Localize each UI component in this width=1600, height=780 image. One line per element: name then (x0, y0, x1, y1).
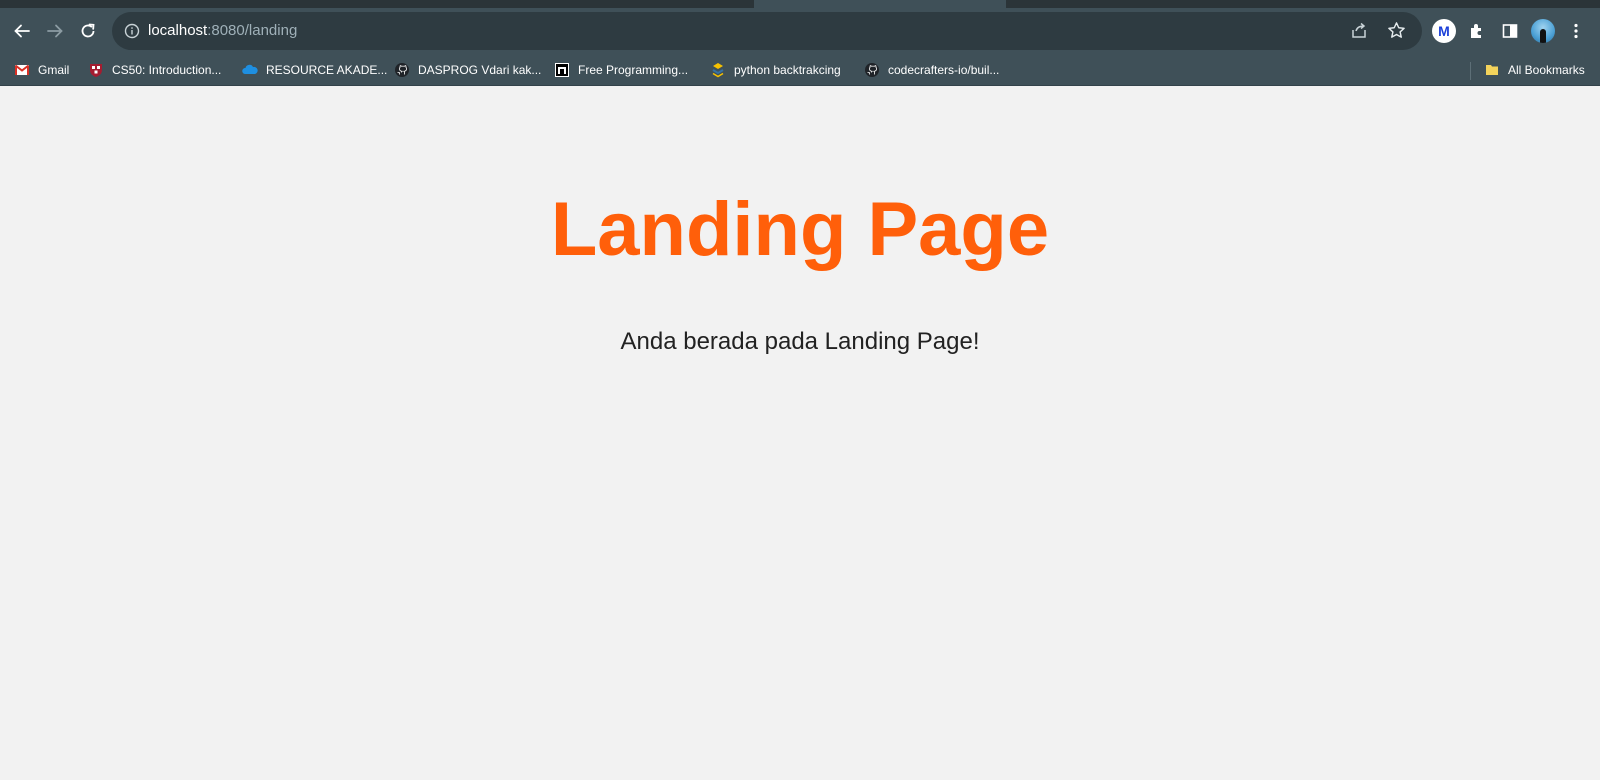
tab-strip (0, 0, 1600, 8)
bookmark-label: CS50: Introduction... (112, 63, 222, 77)
site-info-icon[interactable] (124, 23, 140, 39)
bookmark-gmail[interactable]: Gmail (14, 60, 69, 80)
reload-icon (81, 23, 95, 38)
url-text: localhost:8080/landing (148, 22, 297, 39)
bookmark-cs50[interactable]: CS50: Introduction... (88, 60, 221, 80)
python-icon (710, 62, 726, 78)
browser-toolbar: localhost:8080/landing M (0, 8, 1600, 54)
side-panel-icon (1502, 24, 1518, 38)
harvard-shield-icon (88, 62, 104, 78)
arrow-right-icon (47, 24, 63, 38)
side-panel-button[interactable] (1496, 17, 1524, 45)
github-icon (864, 62, 880, 78)
forward-button[interactable] (41, 17, 69, 45)
all-bookmarks-button[interactable]: All Bookmarks (1484, 60, 1585, 80)
folder-icon (1484, 62, 1500, 78)
bookmarks-divider (1470, 62, 1471, 80)
m-logo-icon: M (1432, 19, 1456, 43)
gmail-icon (14, 62, 30, 78)
extensions-button[interactable] (1463, 17, 1491, 45)
reload-button[interactable] (74, 17, 102, 45)
arrow-left-icon (14, 24, 30, 38)
bookmarks-bar: Gmail CS50: Introduction... RESOURCE AKA… (0, 54, 1600, 86)
bookmark-label: DASPROG Vdari kak... (418, 63, 542, 77)
onedrive-cloud-icon (242, 62, 258, 78)
bookmark-free-programming[interactable]: Free Programming... (554, 60, 688, 80)
bookmark-dasprog[interactable]: DASPROG Vdari kak... (394, 60, 541, 80)
share-icon[interactable] (1350, 22, 1368, 40)
bookmark-python-backtracking[interactable]: python backtrakcing (710, 60, 841, 80)
landing-message: Anda berada pada Landing Page! (620, 328, 980, 355)
url-host: localhost (148, 22, 208, 39)
url-path: :8080/landing (207, 22, 298, 39)
puzzle-icon (1471, 24, 1481, 38)
site-favicon-icon (554, 62, 570, 78)
page-content: Landing Page Anda berada pada Landing Pa… (0, 86, 1600, 780)
active-tab[interactable] (754, 0, 1006, 8)
menu-button[interactable] (1562, 17, 1590, 45)
back-button[interactable] (8, 17, 36, 45)
bookmark-resource-akademik[interactable]: RESOURCE AKADE... (242, 60, 387, 80)
bookmark-star-icon[interactable] (1387, 21, 1406, 40)
all-bookmarks-label: All Bookmarks (1508, 63, 1585, 77)
github-icon (394, 62, 410, 78)
avatar (1531, 19, 1555, 43)
page-title: Landing Page (550, 187, 1050, 272)
address-bar[interactable]: localhost:8080/landing (112, 12, 1422, 50)
bookmark-label: Free Programming... (578, 63, 689, 77)
bookmark-label: python backtrakcing (734, 63, 841, 77)
bookmark-label: Gmail (38, 63, 70, 77)
bookmark-label: RESOURCE AKADE... (266, 63, 388, 77)
bookmark-label: codecrafters-io/buil... (888, 63, 1000, 77)
extension-m-button[interactable]: M (1430, 17, 1458, 45)
profile-button[interactable] (1529, 17, 1557, 45)
more-vertical-icon (1574, 23, 1578, 39)
bookmark-codecrafters[interactable]: codecrafters-io/buil... (864, 60, 999, 80)
